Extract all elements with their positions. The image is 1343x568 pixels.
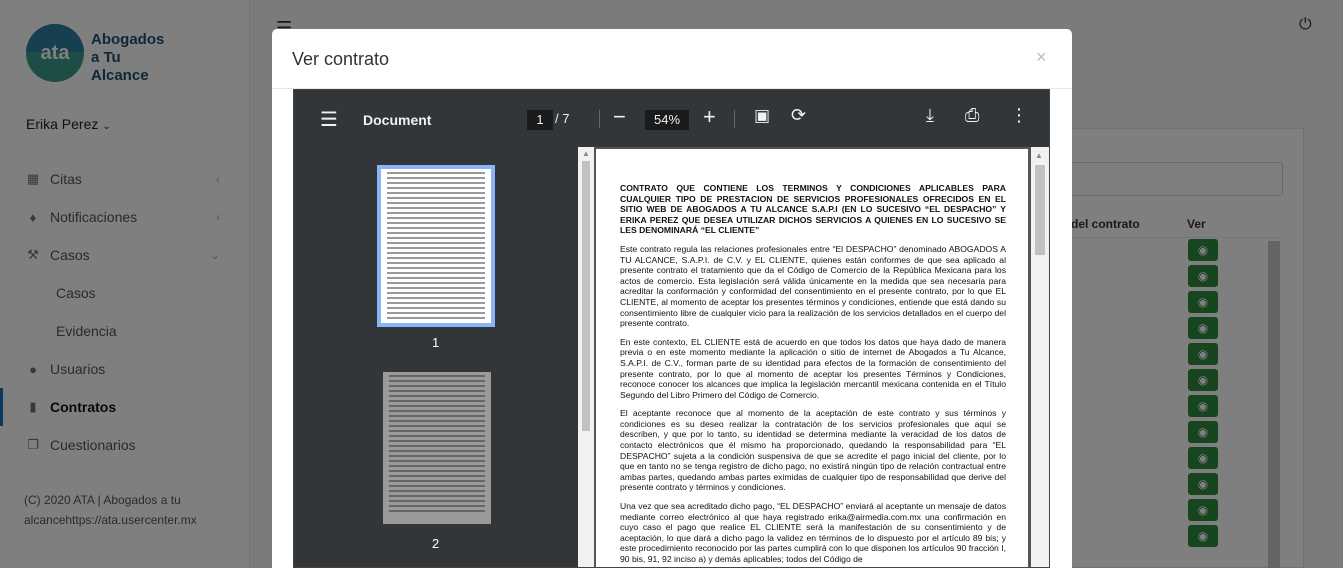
page-number-input[interactable]: 1 [527, 110, 553, 130]
view-contract-modal: Ver contrato × ☰ Document 1 / 7 − 54% + … [272, 29, 1072, 568]
modal-title: Ver contrato [292, 49, 390, 69]
thumbnail-label: 1 [432, 335, 440, 350]
contract-paragraph: El aceptante reconoce que al momento de … [620, 408, 1006, 493]
download-icon[interactable]: ⤓ [926, 105, 934, 126]
zoom-out-icon[interactable]: − [613, 104, 626, 130]
fit-page-icon[interactable]: ▣ [754, 106, 770, 126]
pdf-viewer: ☰ Document 1 / 7 − 54% + ▣ ⟳ ⤓ ⎙ ⋮ 1 2 ▲… [293, 89, 1050, 568]
page-scrollbar[interactable]: ▲ [1031, 147, 1049, 567]
pdf-title: Document [363, 112, 432, 128]
thumbnail-panel: 1 2 [294, 147, 578, 567]
page-thumbnail-1[interactable] [377, 165, 495, 327]
scroll-up-icon[interactable]: ▲ [1035, 151, 1043, 160]
rotate-icon[interactable]: ⟳ [791, 105, 806, 126]
page-thumbnail-2[interactable] [383, 372, 491, 524]
more-options-icon[interactable]: ⋮ [1010, 105, 1028, 126]
scrollbar-thumb[interactable] [582, 161, 590, 431]
toolbar-divider [734, 110, 735, 128]
scroll-up-icon[interactable]: ▲ [582, 149, 590, 158]
contract-paragraph: Este contrato regula las relaciones prof… [620, 243, 1006, 329]
thumbnail-scrollbar[interactable]: ▲ [578, 147, 594, 567]
zoom-in-icon[interactable]: + [703, 104, 716, 130]
contract-heading: CONTRATO QUE CONTIENE LOS TERMINOS Y CON… [620, 183, 1006, 236]
pdf-page: CONTRATO QUE CONTIENE LOS TERMINOS Y CON… [596, 149, 1028, 567]
close-icon[interactable]: × [1036, 47, 1047, 68]
page-count: / 7 [555, 111, 570, 126]
thumbnail-label: 2 [432, 536, 440, 551]
contract-paragraph: En este contexto, EL CLIENTE está de acu… [620, 336, 1006, 400]
scrollbar-thumb[interactable] [1035, 165, 1045, 255]
toolbar-divider [599, 110, 600, 128]
contract-paragraph: Una vez que sea acreditado dicho pago, “… [620, 501, 1006, 564]
pdf-toolbar: ☰ Document 1 / 7 − 54% + ▣ ⟳ ⤓ ⎙ ⋮ [294, 90, 1049, 147]
zoom-level-input[interactable]: 54% [645, 110, 689, 130]
print-icon[interactable]: ⎙ [965, 105, 979, 126]
menu-icon[interactable]: ☰ [320, 107, 338, 132]
